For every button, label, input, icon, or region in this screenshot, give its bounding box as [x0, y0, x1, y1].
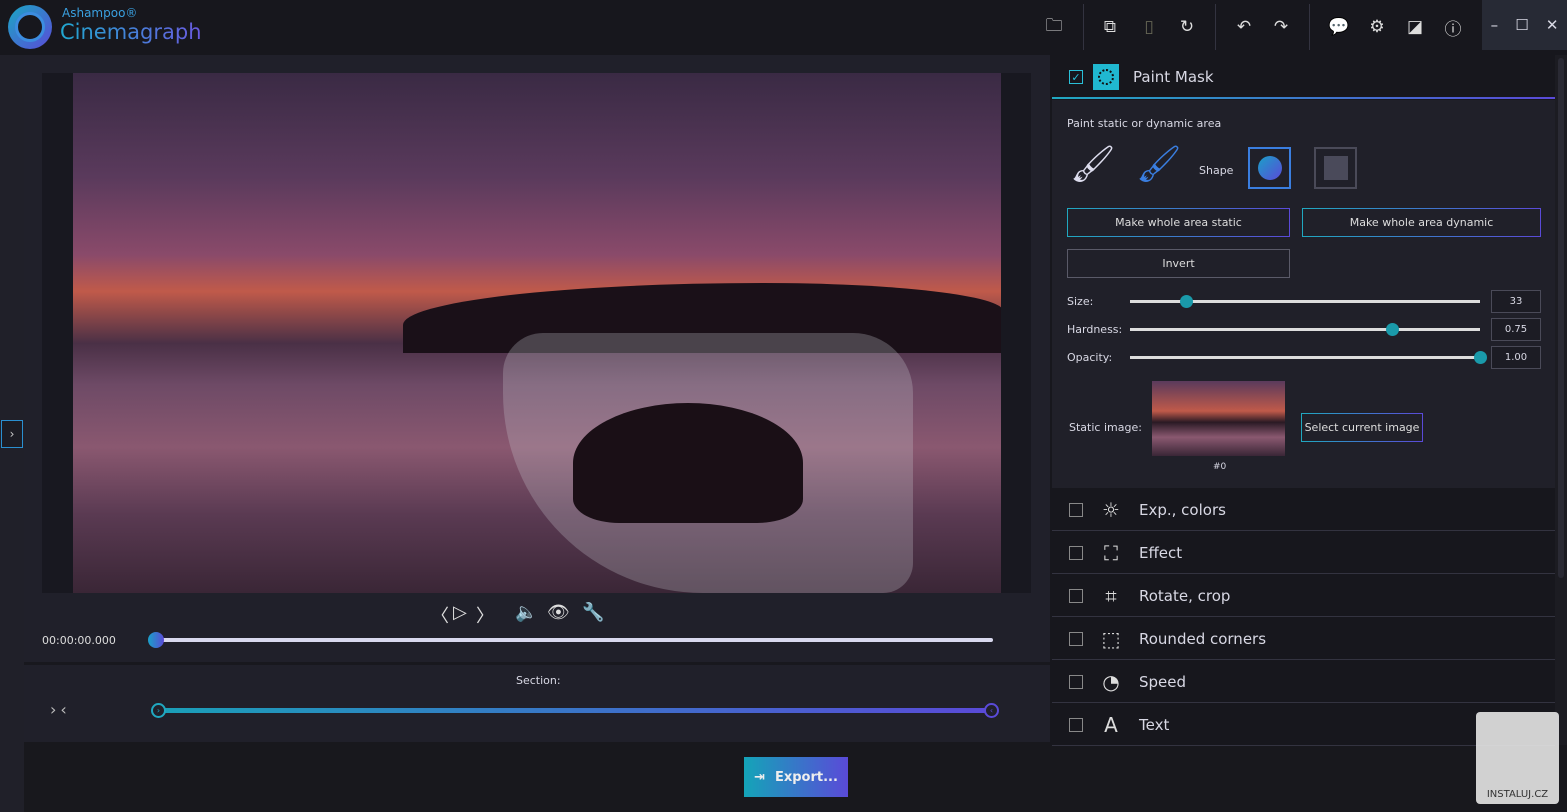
- watermark-logo: INSTALUJ.CZ: [1476, 712, 1559, 804]
- checkbox[interactable]: [1069, 717, 1083, 732]
- section-rotate-crop[interactable]: ⌗ Rotate, crop: [1052, 575, 1555, 617]
- divider: [1309, 4, 1310, 50]
- redo-icon[interactable]: ↷: [1268, 14, 1294, 40]
- size-value[interactable]: 33: [1491, 290, 1541, 313]
- section-label: Rounded corners: [1139, 629, 1267, 648]
- section-speed[interactable]: ◔ Speed: [1052, 661, 1555, 703]
- opacity-label: Opacity:: [1067, 351, 1113, 364]
- paint-mask-checkbox[interactable]: ✓: [1069, 70, 1083, 84]
- play-button[interactable]: ▷: [453, 602, 467, 623]
- section-rounded-corners[interactable]: ⬚ Rounded corners: [1052, 618, 1555, 660]
- speedometer-icon: ◔: [1102, 669, 1120, 694]
- divider: [24, 662, 1050, 665]
- invert-button[interactable]: Invert: [1067, 249, 1290, 278]
- export-button[interactable]: ⇥ Export...: [744, 757, 848, 797]
- section-range-track[interactable]: [158, 708, 992, 713]
- make-dynamic-button[interactable]: Make whole area dynamic: [1302, 208, 1541, 237]
- checkbox[interactable]: [1069, 631, 1083, 646]
- copy-icon[interactable]: ⧉: [1097, 14, 1123, 40]
- hardness-slider-thumb[interactable]: [1386, 323, 1399, 336]
- window-controls: – ☐ ✕: [1482, 0, 1567, 50]
- checkbox[interactable]: [1069, 502, 1083, 517]
- seek-bar[interactable]: [155, 638, 993, 642]
- feedback-icon[interactable]: 💬: [1326, 14, 1352, 40]
- info-icon[interactable]: ⓘ: [1440, 14, 1466, 40]
- shape-circle-button[interactable]: [1248, 147, 1291, 189]
- size-slider[interactable]: [1130, 295, 1480, 308]
- opacity-slider-thumb[interactable]: [1473, 351, 1487, 364]
- text-add-icon: A: [1104, 712, 1118, 737]
- section-label: Speed: [1139, 672, 1187, 691]
- sun-icon: ☼: [1102, 497, 1120, 522]
- paint-static-brush-icon[interactable]: 🖌: [1070, 143, 1116, 185]
- wrench-icon[interactable]: 🔧: [582, 602, 604, 623]
- video-preview[interactable]: [73, 73, 1001, 593]
- section-label: Section:: [516, 674, 561, 687]
- eye-icon[interactable]: 👁: [547, 602, 570, 623]
- gear-icon[interactable]: ⚙: [1364, 14, 1390, 40]
- section-effect[interactable]: ⛶ Effect: [1052, 532, 1555, 574]
- opacity-slider[interactable]: [1130, 351, 1487, 364]
- hardness-slider[interactable]: [1130, 323, 1480, 336]
- checkbox[interactable]: [1069, 674, 1083, 689]
- open-folder-icon[interactable]: 🗀: [1041, 14, 1067, 40]
- rounded-corners-icon: ⬚: [1101, 626, 1121, 651]
- divider: [1083, 4, 1084, 50]
- expand-sidebar-button[interactable]: ›: [1, 420, 23, 448]
- paint-dynamic-brush-icon[interactable]: 🖌: [1136, 143, 1182, 185]
- silhouette: [573, 403, 803, 523]
- opacity-value[interactable]: 1.00: [1491, 346, 1541, 369]
- export-icon: ⇥: [754, 769, 765, 785]
- make-static-button[interactable]: Make whole area static: [1067, 208, 1290, 237]
- section-set-buttons[interactable]: ›‹: [50, 700, 71, 719]
- scrollbar-thumb[interactable]: [1558, 58, 1564, 578]
- prev-frame-button[interactable]: 〈: [431, 602, 449, 628]
- checkbox[interactable]: [1069, 588, 1083, 603]
- paint-mask-icon: [1093, 64, 1119, 90]
- size-slider-thumb[interactable]: [1179, 295, 1193, 308]
- shape-square-button[interactable]: [1314, 147, 1357, 189]
- export-label: Export...: [774, 769, 838, 785]
- reset-icon[interactable]: ↻: [1174, 14, 1200, 40]
- seek-thumb[interactable]: [148, 632, 164, 648]
- watermark-text: INSTALUJ.CZ: [1486, 789, 1549, 800]
- paint-subtitle: Paint static or dynamic area: [1067, 117, 1222, 130]
- maximize-button[interactable]: ☐: [1515, 16, 1528, 34]
- crop-icon: ⌗: [1105, 583, 1117, 608]
- volume-icon[interactable]: 🔈: [515, 602, 537, 623]
- paint-mask-header[interactable]: ✓ Paint Mask: [1052, 57, 1555, 99]
- select-current-image-button[interactable]: Select current image: [1301, 413, 1423, 442]
- compare-icon[interactable]: ◪: [1402, 14, 1428, 40]
- section-label: Exp., colors: [1139, 500, 1226, 519]
- brand-vendor: Ashampoo®: [62, 6, 138, 20]
- hardness-value[interactable]: 0.75: [1491, 318, 1541, 341]
- shape-label: Shape: [1199, 164, 1234, 177]
- size-label: Size:: [1067, 295, 1094, 308]
- time-display: 00:00:00.000: [42, 634, 116, 647]
- section-label: Text: [1139, 715, 1170, 734]
- close-button[interactable]: ✕: [1546, 16, 1559, 34]
- paste-icon[interactable]: ▯: [1136, 14, 1162, 40]
- paint-mask-title: Paint Mask: [1133, 68, 1214, 86]
- divider: [1215, 4, 1216, 50]
- static-image-thumbnail[interactable]: [1152, 381, 1285, 456]
- frame-number: #0: [1213, 462, 1227, 472]
- static-image-label: Static image:: [1069, 421, 1142, 434]
- section-label: Effect: [1139, 543, 1183, 562]
- section-exp-colors[interactable]: ☼ Exp., colors: [1052, 489, 1555, 531]
- checkbox[interactable]: [1069, 545, 1083, 560]
- undo-icon[interactable]: ↶: [1231, 14, 1257, 40]
- hardness-label: Hardness:: [1067, 323, 1123, 336]
- app-logo: [8, 5, 52, 49]
- section-label: Rotate, crop: [1139, 586, 1231, 605]
- section-end-handle[interactable]: ‹: [984, 703, 999, 718]
- section-start-handle[interactable]: ›: [151, 703, 166, 718]
- app-title: Cinemagraph: [60, 20, 202, 44]
- next-frame-button[interactable]: 〉: [476, 602, 494, 628]
- minimize-button[interactable]: –: [1491, 16, 1499, 34]
- effect-icon: ⛶: [1104, 540, 1118, 565]
